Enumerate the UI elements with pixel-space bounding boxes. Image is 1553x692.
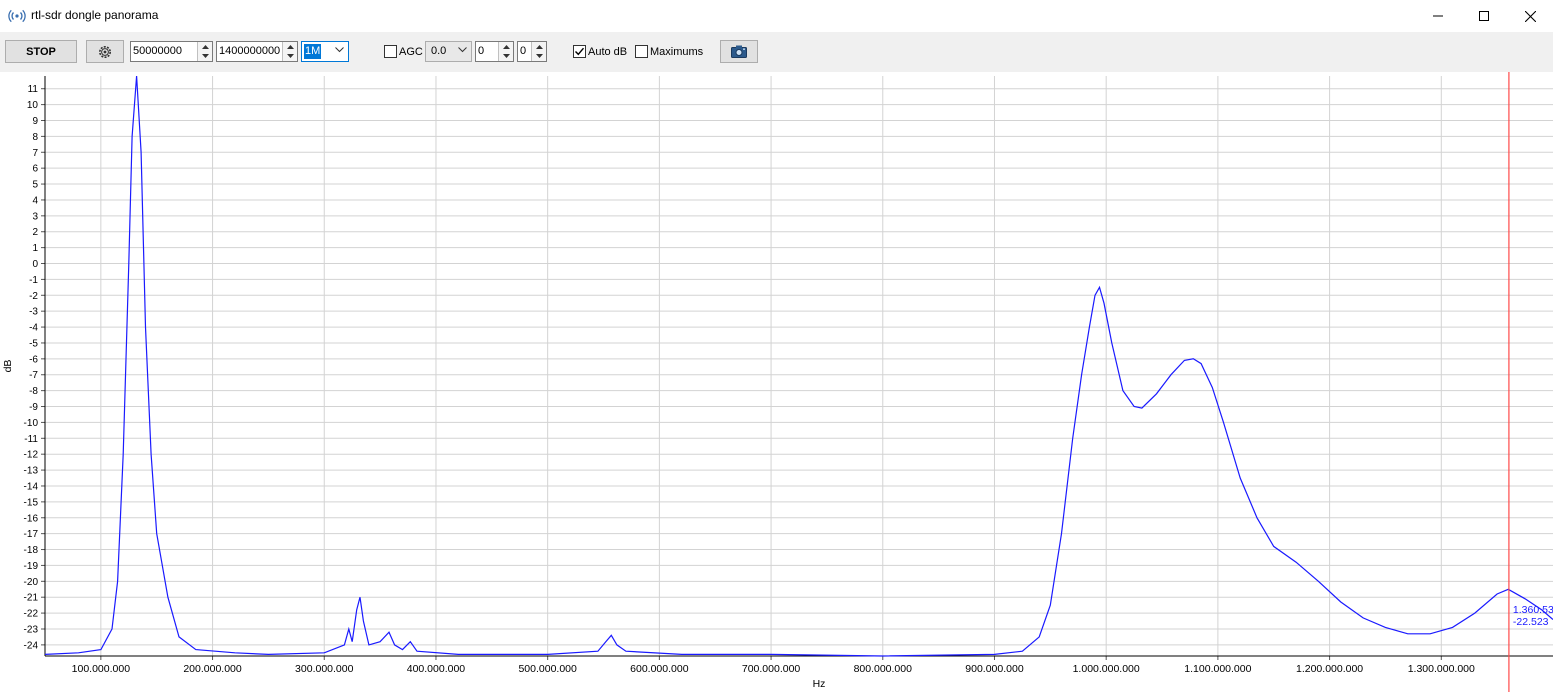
- x-tick-label: 400.000.000: [407, 663, 466, 675]
- step-selected-value: 1M: [304, 44, 322, 59]
- x-axis-label: Hz: [813, 678, 826, 690]
- close-icon: [1524, 10, 1536, 22]
- x-tick-label: 100.000.000: [72, 663, 131, 675]
- y-tick-label: 3: [32, 211, 38, 222]
- spin-value-2-spinner[interactable]: [531, 42, 546, 61]
- spin-value-1: 0: [478, 45, 485, 57]
- stop-frequency-spinner[interactable]: [282, 42, 297, 61]
- maximize-icon: [1479, 11, 1489, 21]
- window-title: rtl-sdr dongle panorama: [31, 8, 159, 22]
- chevron-down-icon: [458, 47, 467, 53]
- x-tick-label: 700.000.000: [742, 663, 801, 675]
- snapshot-button[interactable]: [720, 40, 758, 63]
- maximums-checkbox[interactable]: [635, 45, 648, 58]
- y-tick-label: 8: [32, 132, 38, 143]
- agc-label: AGC: [399, 46, 423, 58]
- x-tick-label: 1.200.000.000: [1296, 663, 1363, 675]
- x-tick-label: 1.300.000.000: [1408, 663, 1475, 675]
- minimize-icon: [1433, 15, 1443, 17]
- y-tick-label: -18: [24, 545, 39, 556]
- spin-value-1-input[interactable]: 0: [475, 41, 514, 62]
- y-tick-label: -5: [29, 338, 38, 349]
- y-tick-label: -24: [24, 640, 39, 651]
- x-tick-label: 1.100.000.000: [1184, 663, 1251, 675]
- close-button[interactable]: [1507, 0, 1553, 32]
- y-tick-label: -19: [24, 561, 39, 572]
- y-tick-label: -2: [29, 291, 38, 302]
- y-tick-label: -12: [24, 450, 39, 461]
- antenna-icon: [8, 9, 26, 23]
- y-tick-label: 5: [32, 180, 38, 191]
- y-axis-label: dB: [2, 360, 14, 373]
- start-frequency-value: 50000000: [133, 45, 182, 57]
- y-tick-label: -16: [24, 513, 39, 524]
- y-tick-label: -17: [24, 529, 39, 540]
- step-select[interactable]: 1M: [301, 41, 349, 62]
- y-tick-label: -6: [29, 354, 38, 365]
- maximums-label: Maximums: [650, 46, 704, 58]
- y-tick-label: -21: [24, 593, 39, 604]
- x-tick-label: 600.000.000: [630, 663, 689, 675]
- x-tick-label: 200.000.000: [183, 663, 242, 675]
- y-tick-label: 2: [32, 227, 38, 238]
- auto-db-label: Auto dB: [588, 46, 628, 58]
- y-tick-label: -22: [24, 609, 39, 620]
- x-tick-label: 900.000.000: [965, 663, 1024, 675]
- y-tick-label: 9: [32, 116, 38, 127]
- stop-frequency-input[interactable]: 1400000000: [216, 41, 298, 62]
- stop-button[interactable]: STOP: [5, 40, 77, 63]
- y-tick-label: -8: [29, 386, 38, 397]
- y-tick-label: -13: [24, 466, 39, 477]
- start-frequency-spinner[interactable]: [197, 42, 212, 61]
- plot-background: [45, 76, 1553, 656]
- y-tick-label: 7: [32, 148, 38, 159]
- y-tick-label: -14: [24, 481, 39, 492]
- maximize-button[interactable]: [1461, 0, 1507, 32]
- y-tick-label: -9: [29, 402, 38, 413]
- toolbar: STOP 50000000 1400000000 1M AGC 0.0 0 0 …: [0, 32, 1553, 72]
- y-tick-label: -7: [29, 370, 38, 381]
- spin-value-2: 0: [520, 45, 527, 57]
- camera-icon: [731, 45, 747, 58]
- spectrum-plot[interactable]: 11 10 9 8 7 6 5 4 3 2 1 0 -1 -2 -3 -4 -5 -6 -7 -8 -9 -10 -11 -1…: [0, 72, 1553, 692]
- x-tick-label: 300.000.000: [295, 663, 354, 675]
- y-tick-label: -4: [29, 323, 38, 334]
- settings-button[interactable]: [86, 40, 124, 63]
- y-tick-label: 0: [32, 259, 38, 270]
- cursor-frequency-label: 1.360.53: [1513, 604, 1553, 616]
- y-tick-label: -23: [24, 624, 39, 635]
- spectrum-chart[interactable]: 11109876543210-1-2-3-4-5-6-7-8-9-10-11-1…: [0, 72, 1553, 692]
- y-tick-label: -10: [24, 418, 39, 429]
- y-tick-label: -3: [29, 307, 38, 318]
- spin-value-1-spinner[interactable]: [498, 42, 513, 61]
- y-tick-label: -20: [24, 577, 39, 588]
- agc-checkbox[interactable]: [384, 45, 397, 58]
- cursor-db-label: -22.523: [1513, 616, 1549, 628]
- x-tick-label: 1.000.000.000: [1073, 663, 1140, 675]
- checkmark-icon: [575, 47, 585, 56]
- y-tick-label: 11: [28, 84, 39, 95]
- minimize-button[interactable]: [1415, 0, 1461, 32]
- x-tick-label: 800.000.000: [854, 663, 913, 675]
- y-tick-label: 6: [32, 164, 38, 175]
- y-tick-label: -15: [24, 497, 39, 508]
- gear-icon: [99, 45, 111, 58]
- gain-select[interactable]: 0.0: [425, 41, 472, 62]
- chevron-down-icon: [335, 47, 344, 53]
- y-tick-label: -11: [24, 434, 38, 445]
- start-frequency-input[interactable]: 50000000: [130, 41, 213, 62]
- stop-frequency-value: 1400000000: [219, 45, 281, 57]
- x-tick-label: 500.000.000: [518, 663, 577, 675]
- y-tick-label: 1: [32, 243, 38, 254]
- gain-selected-value: 0.0: [431, 45, 447, 57]
- spin-value-2-input[interactable]: 0: [517, 41, 547, 62]
- y-tick-label: 4: [32, 195, 38, 206]
- y-tick-label: 10: [27, 100, 39, 111]
- title-bar: rtl-sdr dongle panorama: [0, 0, 1553, 32]
- auto-db-checkbox[interactable]: [573, 45, 586, 58]
- y-tick-label: -1: [29, 275, 38, 286]
